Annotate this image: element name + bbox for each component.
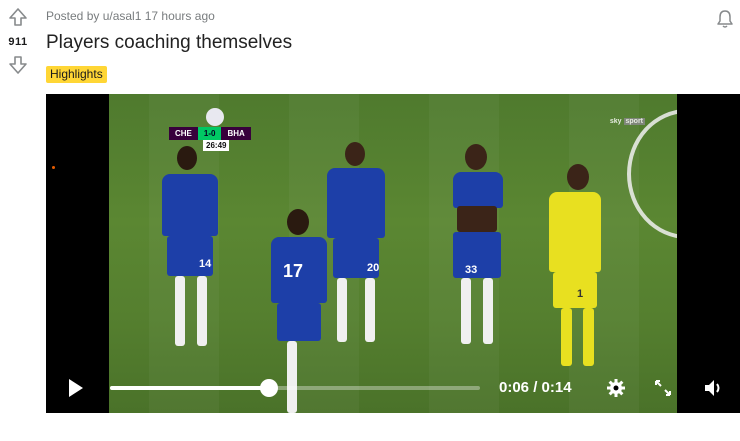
player-number: 1 (577, 288, 584, 300)
bell-icon (717, 10, 733, 28)
post-meta: Posted by u/asal1 17 hours ago (46, 9, 215, 23)
volume-icon (705, 380, 720, 396)
video-controls: 0:06 / 0:14 (46, 363, 740, 413)
player-number: 14 (199, 258, 212, 270)
player-number: 33 (465, 264, 478, 276)
settings-button[interactable] (606, 378, 626, 398)
broadcaster-logo: sky sport (609, 118, 645, 125)
score: 1-0 (197, 127, 222, 140)
time-display: 0:06 / 0:14 (499, 379, 572, 396)
notification-bell-button[interactable] (714, 8, 736, 30)
progress-bar[interactable] (110, 379, 480, 397)
player-20: 20 (321, 142, 391, 352)
recording-dot (52, 166, 55, 169)
post-card: 911 Posted by u/asal1 17 hours ago Playe… (0, 0, 740, 441)
downvote-button[interactable] (7, 54, 29, 76)
expand-icon (655, 380, 671, 396)
play-button[interactable] (66, 377, 86, 399)
fullscreen-button[interactable] (653, 378, 673, 398)
upvote-icon (9, 8, 27, 26)
volume-button[interactable] (702, 377, 724, 399)
player-number: 20 (367, 262, 380, 274)
player-1-goalkeeper: 1 (529, 164, 609, 374)
scoreboard: CHE 1-0 BHA (169, 127, 251, 140)
downvote-icon (9, 56, 27, 74)
premier-league-logo (206, 108, 224, 126)
progress-knob[interactable] (260, 379, 279, 397)
home-team: CHE (169, 127, 198, 140)
upvote-button[interactable] (7, 6, 29, 28)
player-14: 14 (157, 146, 227, 361)
post-flair[interactable]: Highlights (46, 66, 107, 83)
video-player[interactable]: CHE 1-0 BHA 26:49 sky sport 14 17 20 33 … (46, 94, 740, 413)
post-title[interactable]: Players coaching themselves (46, 32, 292, 54)
vote-column: 911 (0, 6, 36, 76)
away-team: BHA (221, 127, 251, 140)
gear-icon (607, 379, 625, 397)
play-icon (69, 379, 83, 397)
player-number: 17 (283, 261, 304, 281)
progress-fill (110, 386, 270, 390)
vote-count: 911 (8, 36, 28, 48)
player-33: 33 (439, 144, 519, 354)
